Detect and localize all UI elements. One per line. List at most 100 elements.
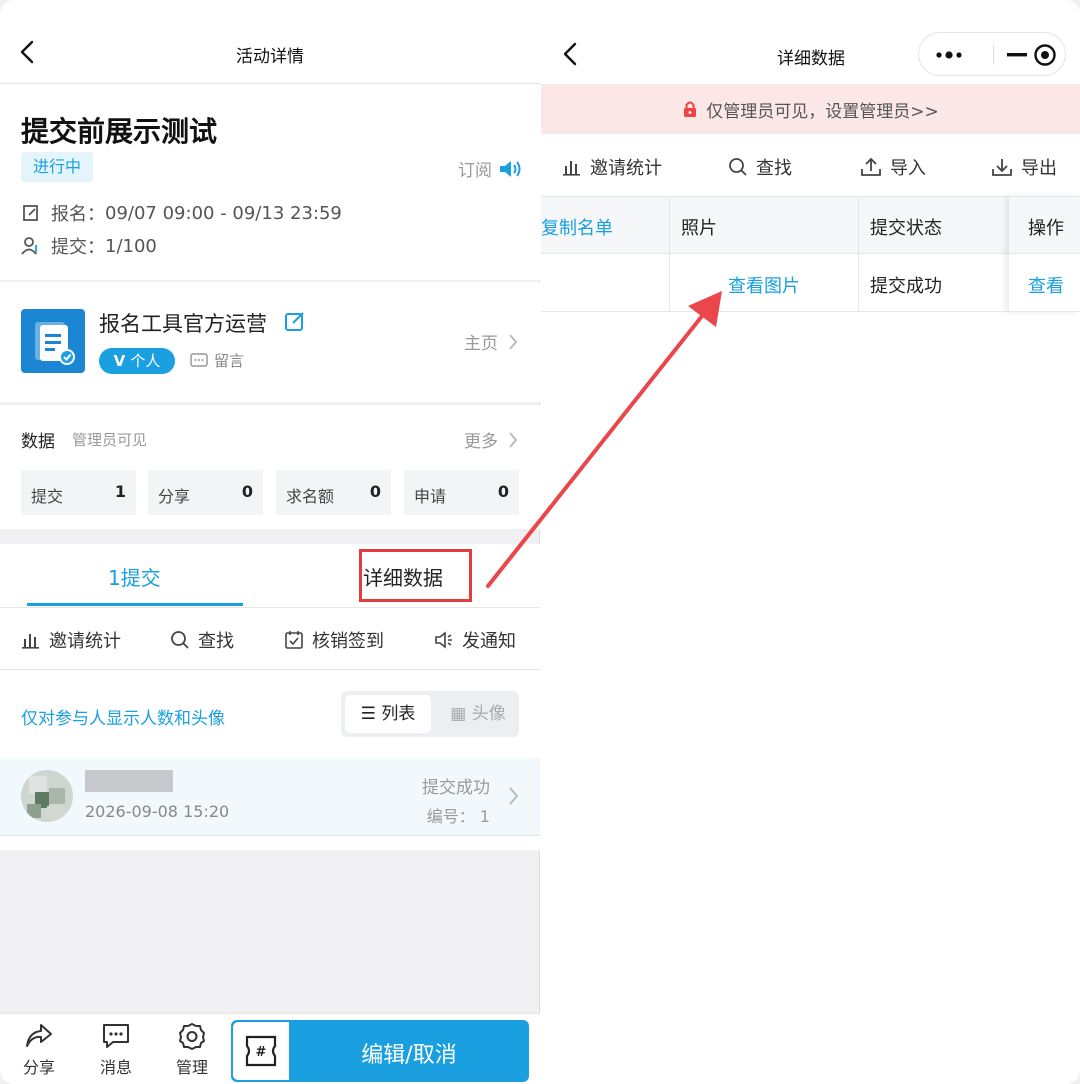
table-header-row [541,196,1080,254]
tool-label: 导出 [1021,158,1057,179]
nav-bar: 活动详情 [0,0,540,84]
share-button[interactable]: 分享 [9,1022,69,1078]
capsule-divider [993,45,994,65]
tool-label: 核销签到 [312,631,384,652]
miniprogram-capsule [918,32,1066,76]
bottom-bar: 分享 消息 管理 # 编辑/取消 [0,1013,540,1084]
sticky-action-column [1009,196,1080,312]
data-title: 数据 [21,432,55,452]
copy-list-button[interactable]: 复制名单 [541,214,613,240]
tab-submissions[interactable]: 1提交 [108,562,161,591]
activity-detail-screen: 活动详情 提交前展示测试 进行中 订阅 报名： 09/07 09:00 - 09/… [0,0,540,1084]
row-status: 提交成功 [870,276,942,297]
entry-time: 2026-09-08 15:20 [85,802,230,821]
chevron-right-icon [509,787,519,805]
messages-label: 消息 [99,1058,132,1077]
stat-label: 提交 [31,487,64,506]
download-icon [992,159,1012,176]
nav-bar: 详细数据 [541,0,1080,84]
admin-only-banner[interactable]: 仅管理员可见，设置管理员>> [541,84,1080,134]
search-button[interactable]: 查找 [170,627,234,653]
bar-chart-icon [22,634,39,649]
screenshot-frame: 活动详情 提交前展示测试 进行中 订阅 报名： 09/07 09:00 - 09/… [0,0,1080,1084]
organizer-name: 报名工具官方运营 [99,312,267,336]
edit-cancel-button[interactable]: # 编辑/取消 [231,1020,529,1082]
toolbar: 邀请统计 查找 核销签到 发通知 [0,608,540,670]
tool-label: 查找 [198,631,234,652]
messages-button[interactable]: 消息 [86,1022,146,1078]
stat-label: 求名额 [286,487,335,506]
stat-share[interactable]: 分享 0 [148,470,263,515]
view-toggle: ☰ 列表 ▦ 头像 [341,691,519,737]
search-button[interactable]: 查找 [728,154,792,180]
entry-number: 编号： 1 [426,807,490,826]
stat-apply[interactable]: 申请 0 [404,470,519,515]
message-link[interactable]: 留言 [190,350,244,371]
tool-label: 导入 [890,158,926,179]
chevron-right-icon [509,333,518,350]
share-label: 分享 [22,1058,55,1077]
tool-label: 查找 [756,158,792,179]
more-link[interactable]: 更多 [464,427,518,452]
activity-card: 提交前展示测试 进行中 订阅 报名： 09/07 09:00 - 09/13 23… [0,84,540,280]
table-row [541,254,1080,312]
send-notice-button[interactable]: 发通知 [434,627,516,653]
verified-badge: V 个人 [99,348,175,374]
homepage-link[interactable]: 主页 [464,329,518,354]
list-item[interactable]: 2026-09-08 15:20 提交成功 编号： 1 [0,758,540,836]
data-table: 复制名单 照片 提交状态 操作 查看图片 提交成功 查看 [541,196,1080,314]
export-button[interactable]: 导出 [991,154,1057,180]
view-photo-link[interactable]: 查看图片 [728,272,800,298]
list-label: 列表 [381,704,416,724]
speaker-icon [500,160,521,177]
edit-cancel-label: 编辑/取消 [361,1043,457,1068]
column-header-status: 提交状态 [870,218,942,239]
submit-count-row: 提交： 1/100 [21,233,157,259]
banner-text: 仅管理员可见，设置管理员>> [706,101,939,122]
form-doc-icon [35,322,75,365]
page-title: 活动详情 [236,47,304,67]
column-header-photo: 照片 [681,218,717,239]
page-title: 详细数据 [777,49,845,69]
submit-label: 提交： [51,237,105,258]
submissions-section: 1提交 详细数据 邀请统计 查找 核销签到 发通知 仅对参与人显示人数和头像 ☰… [0,544,540,850]
list-view-button[interactable]: ☰ 列表 [345,695,431,733]
gear-icon [179,1023,205,1050]
edit-icon[interactable] [284,310,306,332]
stat-label: 分享 [158,487,191,506]
invite-stats-button[interactable]: 邀请统计 [562,154,662,180]
list-icon: ☰ [360,704,376,724]
avatar-view-button[interactable]: ▦ 头像 [441,695,515,733]
grid-icon: ▦ [450,704,467,724]
subscribe-button[interactable]: 订阅 [458,156,522,181]
bar-chart-icon [563,161,580,176]
participant-notice[interactable]: 仅对参与人显示人数和头像 [21,704,225,729]
manage-button[interactable]: 管理 [162,1022,222,1078]
column-divider [858,196,859,312]
import-button[interactable]: 导入 [860,154,926,180]
submit-count: 1/100 [105,235,157,257]
comment-icon [190,352,208,367]
search-icon [729,158,747,176]
more-dots-icon[interactable] [935,47,963,63]
stat-submit[interactable]: 提交 1 [21,470,136,515]
more-label: 更多 [464,432,498,452]
entry-status: 提交成功 [422,778,490,798]
check-in-button[interactable]: 核销签到 [284,627,384,653]
lock-icon [684,101,697,117]
homepage-label: 主页 [464,334,498,354]
share-icon [26,1024,52,1047]
ticket-icon-wrap: # [233,1022,289,1080]
stat-request-spot[interactable]: 求名额 0 [276,470,391,515]
invite-stats-button[interactable]: 邀请统计 [21,627,121,653]
back-arrow-icon[interactable] [561,42,581,66]
tool-label: 邀请统计 [49,631,121,652]
tab-underline [27,603,243,606]
chevron-right-icon [509,431,518,448]
organizer-card[interactable]: 报名工具官方运营 V 个人 留言 主页 [0,282,540,402]
stat-value: 0 [241,482,253,501]
divider [0,669,540,670]
minimize-icon[interactable] [1007,53,1027,57]
close-target-icon[interactable] [1033,43,1057,67]
megaphone-icon [435,631,452,649]
